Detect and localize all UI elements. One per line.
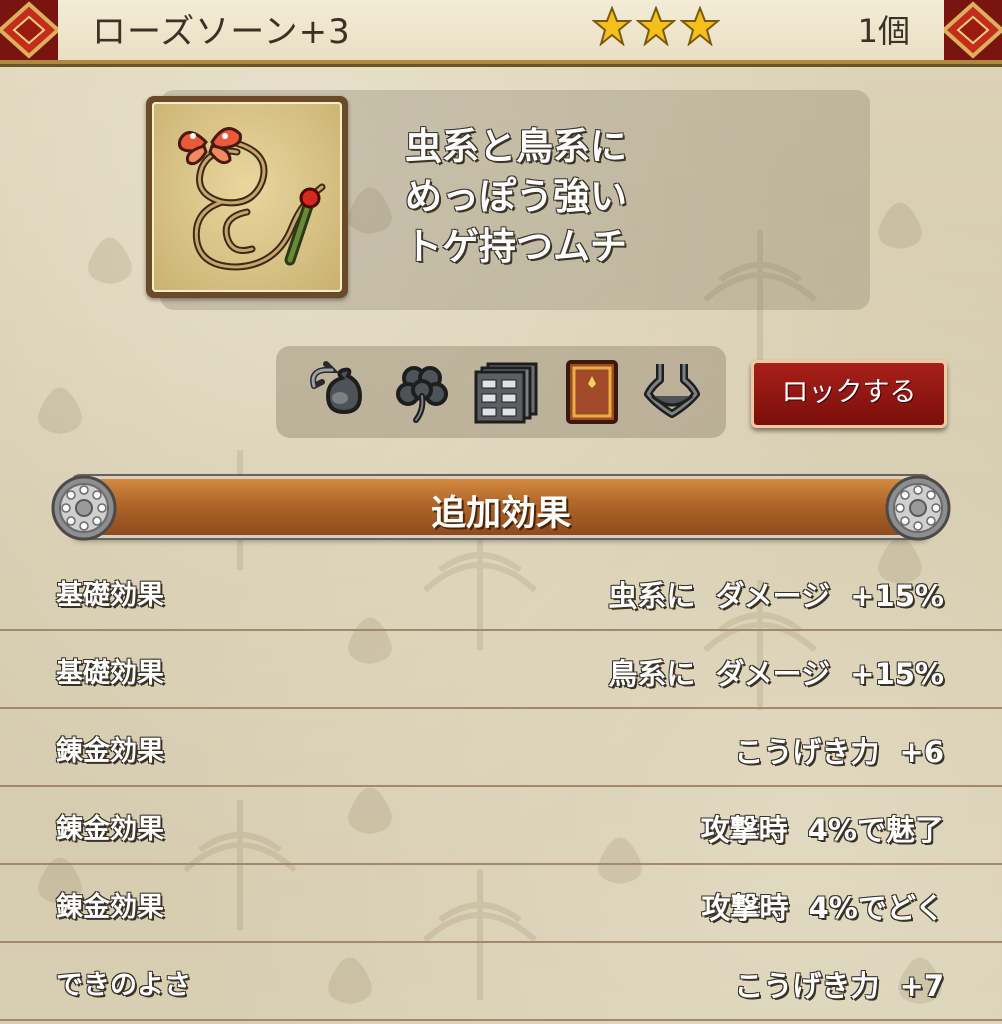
effect-value: 虫系に ダメージ +15% <box>608 579 944 613</box>
effect-label: 基礎効果 <box>56 580 164 611</box>
whip-with-butterfly-icon <box>177 127 326 271</box>
effect-label: 基礎効果 <box>56 658 164 689</box>
header-corner-ornament-left <box>0 0 58 60</box>
effect-value: 攻撃時 4%で魅了 <box>700 813 944 847</box>
action-icon-bar <box>276 346 726 438</box>
effect-row: できのよさ こうげき力 +7 <box>0 943 1002 1021</box>
rarity-stars <box>592 6 720 46</box>
body-armor-icon[interactable] <box>636 356 708 428</box>
drawer-cabinet-icon[interactable] <box>470 356 542 428</box>
lock-button[interactable]: ロックする <box>751 360 947 428</box>
bolt-ornament-right-icon <box>885 475 951 541</box>
section-header-bar: 追加効果 <box>72 476 930 538</box>
description-line: トゲ持つムチ <box>405 225 627 268</box>
item-name: ローズソーン+3 <box>92 12 351 52</box>
effect-label: できのよさ <box>56 970 191 1001</box>
item-count: 1個 <box>857 12 910 50</box>
effect-label: 錬金効果 <box>56 892 164 923</box>
effect-row: 基礎効果 鳥系に ダメージ +15% <box>0 631 1002 709</box>
effect-value: 鳥系に ダメージ +15% <box>608 657 944 691</box>
clover-icon[interactable] <box>386 356 458 428</box>
description-line: めっぽう強い <box>405 175 627 218</box>
effect-value: こうげき力 +7 <box>734 969 944 1003</box>
effect-value: こうげき力 +6 <box>734 735 944 769</box>
star-icon <box>680 6 720 46</box>
bolt-ornament-left-icon <box>51 475 117 541</box>
effect-row: 基礎効果 虫系に ダメージ +15% <box>0 553 1002 631</box>
header-corner-ornament-right <box>944 0 1002 60</box>
effect-row: 錬金効果 攻撃時 4%で魅了 <box>0 787 1002 865</box>
effect-label: 錬金効果 <box>56 814 164 845</box>
effect-label: 錬金効果 <box>56 736 164 767</box>
effect-row: 錬金効果 攻撃時 4%でどく <box>0 865 1002 943</box>
effect-value: 攻撃時 4%でどく <box>701 891 944 925</box>
description-line: 虫系と鳥系に <box>405 125 627 168</box>
effect-row: 錬金効果 こうげき力 +6 <box>0 709 1002 787</box>
effects-list: 基礎効果 虫系に ダメージ +15% 基礎効果 鳥系に ダメージ +15% 錬金… <box>0 553 1002 1021</box>
star-icon <box>636 6 676 46</box>
bag-refresh-icon[interactable] <box>300 356 372 428</box>
item-description: 虫系と鳥系に めっぽう強い トゲ持つムチ <box>405 122 845 272</box>
section-title: 追加効果 <box>430 494 571 534</box>
book-icon[interactable] <box>556 356 628 428</box>
item-icon-frame <box>146 96 348 298</box>
star-icon <box>592 6 632 46</box>
item-header: ローズソーン+3 1個 <box>0 0 1002 64</box>
